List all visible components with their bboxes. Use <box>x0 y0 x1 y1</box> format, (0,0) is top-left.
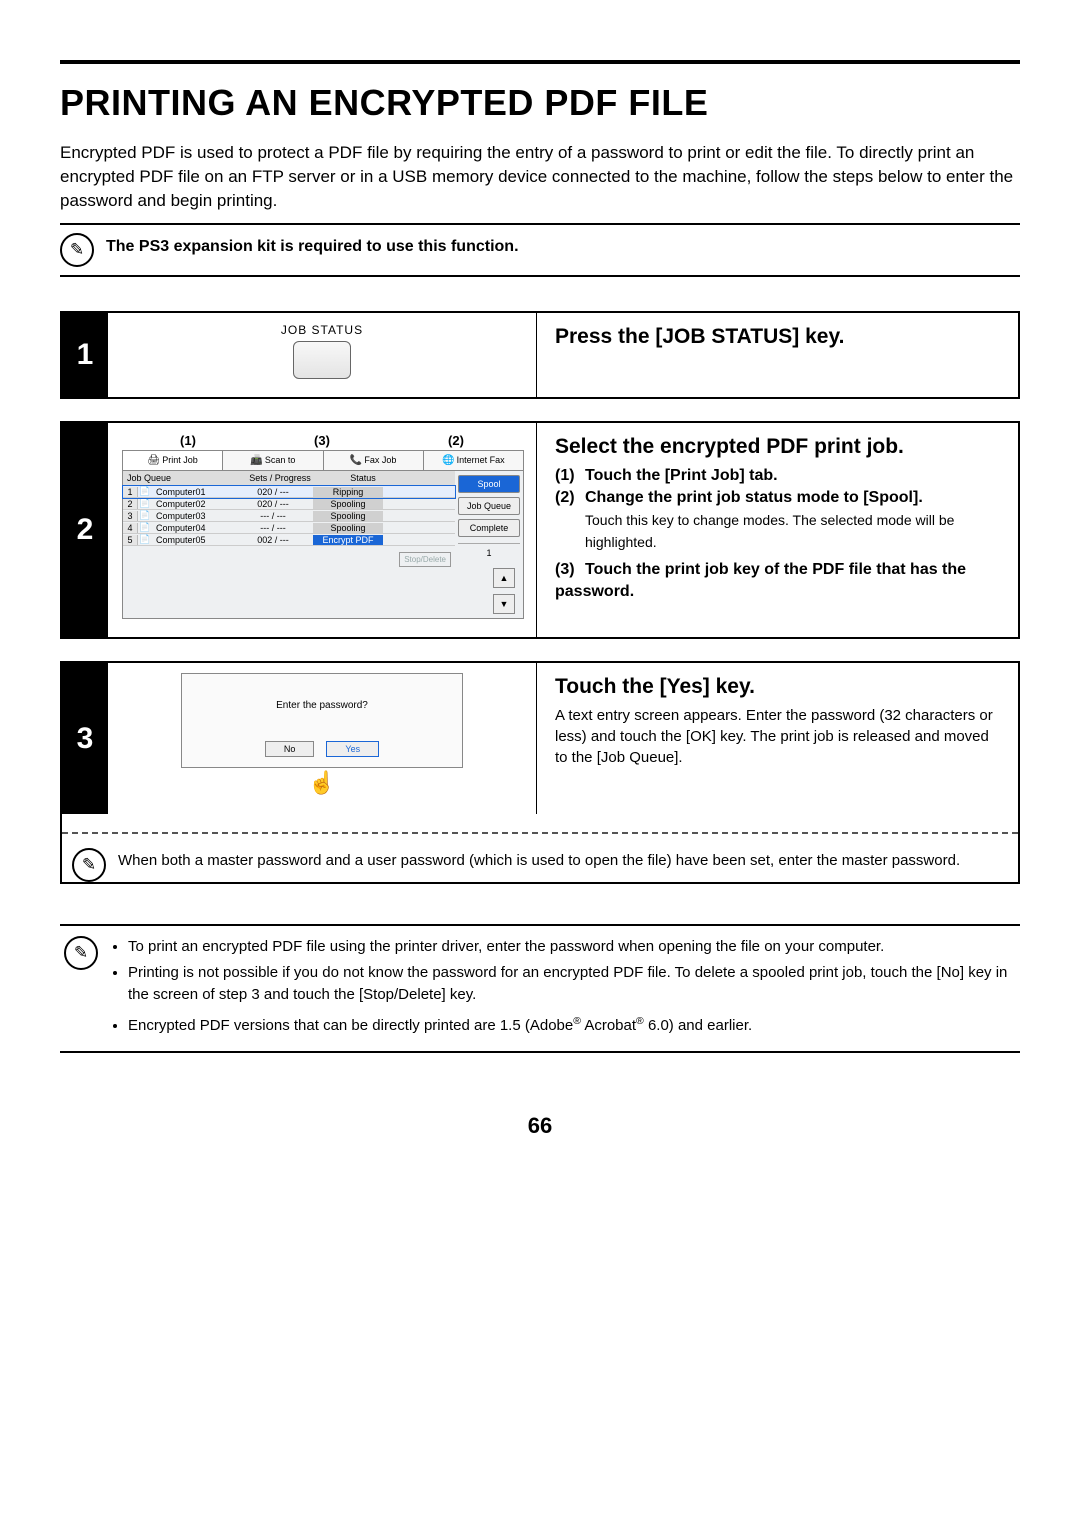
tab-fax-job[interactable]: 📞Fax Job <box>324 451 424 470</box>
password-dialog: Enter the password? No Yes <box>181 673 463 768</box>
job-row[interactable]: 5 📄 Computer05 002 / --- Encrypt PDF <box>123 534 455 546</box>
mode-job-queue[interactable]: Job Queue <box>458 497 520 515</box>
step-number: 1 <box>62 313 108 397</box>
step-1: 1 JOB STATUS Press the [JOB STATUS] key. <box>60 311 1020 399</box>
tab-print-job[interactable]: 🖨Print Job <box>123 451 223 470</box>
step-3: 3 Enter the password? No Yes ☝ Touch the… <box>60 661 1020 884</box>
job-status-label: JOB STATUS <box>281 323 363 337</box>
tab-internet-fax[interactable]: 🌐Internet Fax <box>424 451 523 470</box>
document-icon: 📄 <box>138 534 152 545</box>
job-row[interactable]: 3 📄 Computer03 --- / --- Spooling <box>123 510 455 522</box>
page-indicator: 1 <box>458 544 520 562</box>
yes-button[interactable]: Yes <box>326 741 379 757</box>
intro-paragraph: Encrypted PDF is used to protect a PDF f… <box>60 141 1020 213</box>
callout-2: (2) <box>390 433 522 448</box>
col-jobqueue: Job Queue <box>123 471 236 485</box>
job-row[interactable]: 4 📄 Computer04 --- / --- Spooling <box>123 522 455 534</box>
printer-icon: 🖨 <box>148 455 161 466</box>
substep-2-note: Touch this key to change modes. The sele… <box>585 509 1004 553</box>
step-2-heading: Select the encrypted PDF print job. <box>555 435 1004 459</box>
page-title: PRINTING AN ENCRYPTED PDF FILE <box>60 82 1020 124</box>
pointer-hand-icon: ☝ <box>308 770 335 796</box>
job-status-key[interactable] <box>293 341 351 379</box>
no-button[interactable]: No <box>265 741 315 757</box>
document-icon: 📄 <box>138 510 152 521</box>
bottom-note-1: To print an encrypted PDF file using the… <box>128 936 1016 958</box>
callout-3: (3) <box>256 433 388 448</box>
globe-icon: 🌐 <box>442 455 454 466</box>
phone-icon: 📞 <box>350 455 362 466</box>
job-status-panel: 🖨Print Job 📠Scan to 📞Fax Job 🌐Internet F… <box>122 450 524 619</box>
step-2: 2 (1) (3) (2) 🖨Print Job 📠Scan to 📞Fax J… <box>60 421 1020 639</box>
stop-delete-button[interactable]: Stop/Delete <box>399 552 451 567</box>
page-number: 66 <box>60 1113 1020 1139</box>
bottom-notes: ✎ To print an encrypted PDF file using t… <box>60 924 1020 1053</box>
job-row[interactable]: 2 📄 Computer02 020 / --- Spooling <box>123 498 455 510</box>
scroll-down-button[interactable]: ▼ <box>493 594 515 614</box>
requirement-text: The PS3 expansion kit is required to use… <box>106 233 519 256</box>
step-number: 3 <box>62 663 108 814</box>
bottom-note-2: Printing is not possible if you do not k… <box>128 962 1016 1006</box>
tab-scan-to[interactable]: 📠Scan to <box>223 451 323 470</box>
col-status: Status <box>324 471 402 485</box>
substep-3: Touch the print job key of the PDF file … <box>555 561 966 600</box>
requirement-note: ✎ The PS3 expansion kit is required to u… <box>60 223 1020 277</box>
document-icon: 📄 <box>138 522 152 533</box>
step-3-illustration: Enter the password? No Yes ☝ <box>108 663 537 814</box>
mode-complete[interactable]: Complete <box>458 519 520 537</box>
dialog-message: Enter the password? <box>192 700 452 711</box>
pencil-icon: ✎ <box>64 936 98 970</box>
col-sets: Sets / Progress <box>236 471 324 485</box>
bottom-note-3: Encrypted PDF versions that can be direc… <box>128 1010 1016 1037</box>
job-row[interactable]: 1 📄 Computer01 020 / --- Ripping <box>123 486 455 498</box>
pencil-icon: ✎ <box>72 848 106 882</box>
scroll-up-button[interactable]: ▲ <box>493 568 515 588</box>
step-1-heading: Press the [JOB STATUS] key. <box>555 325 1004 349</box>
step-number: 2 <box>62 423 108 637</box>
step-3-body: A text entry screen appears. Enter the p… <box>555 705 1004 768</box>
substep-2: Change the print job status mode to [Spo… <box>585 489 923 506</box>
mode-spool[interactable]: Spool <box>458 475 520 493</box>
scan-icon: 📠 <box>250 455 262 466</box>
document-icon: 📄 <box>138 486 152 497</box>
pencil-icon: ✎ <box>60 233 94 267</box>
step-3-heading: Touch the [Yes] key. <box>555 675 1004 699</box>
step-1-illustration: JOB STATUS <box>108 313 537 397</box>
step-3-subnote: When both a master password and a user p… <box>118 848 960 869</box>
callout-1: (1) <box>122 433 254 448</box>
document-icon: 📄 <box>138 498 152 509</box>
step-2-illustration: (1) (3) (2) 🖨Print Job 📠Scan to 📞Fax Job… <box>108 423 537 637</box>
substep-1: Touch the [Print Job] tab. <box>585 467 778 484</box>
